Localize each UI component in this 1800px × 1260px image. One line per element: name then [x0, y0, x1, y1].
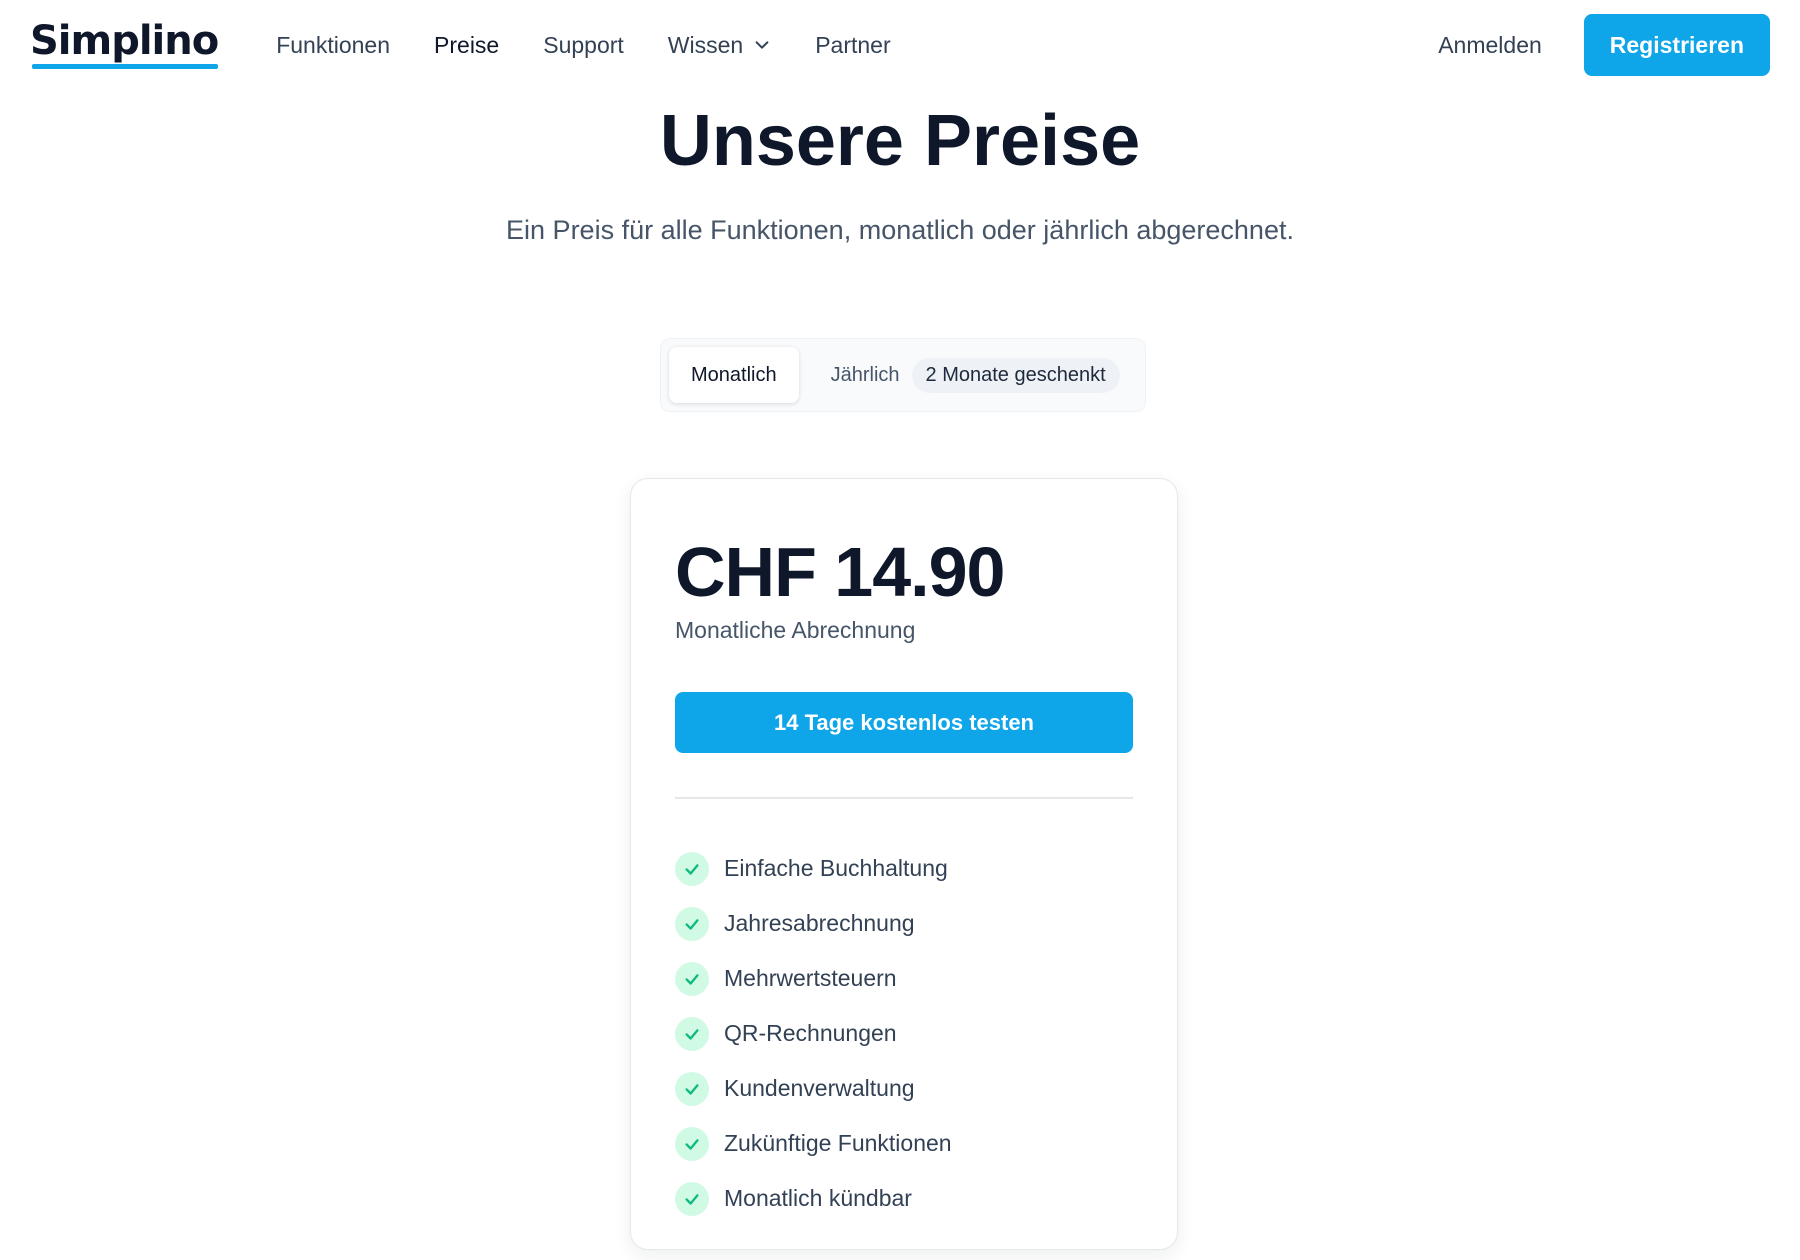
feature-item: Mehrwertsteuern — [675, 951, 952, 1006]
nav-item-label: Partner — [815, 31, 891, 58]
nav-item-label: Preise — [434, 31, 500, 58]
card-divider — [675, 797, 1133, 799]
check-icon — [675, 961, 709, 996]
login-link[interactable]: Anmelden — [1438, 32, 1542, 59]
check-icon — [675, 1126, 709, 1161]
free-trial-button[interactable]: 14 Tage kostenlos testen — [675, 692, 1133, 753]
page-title: Unsere Preise — [659, 101, 1141, 181]
feature-item: QR-Rechnungen — [675, 1006, 952, 1061]
check-icon — [675, 1181, 709, 1216]
nav-item-support[interactable]: Support — [543, 32, 624, 59]
feature-item: Monatlich kündbar — [675, 1171, 952, 1226]
feature-item: Jahresabrechnung — [675, 896, 952, 951]
logo[interactable]: Simplino — [30, 18, 219, 69]
check-icon — [675, 851, 709, 886]
nav-item-preise[interactable]: Preise — [434, 32, 499, 59]
main-nav: Funktionen Preise Support Wissen Partner — [258, 32, 890, 59]
nav-item-label: Wissen — [667, 31, 744, 58]
feature-label: Monatlich kündbar — [724, 1185, 912, 1211]
toggle-yearly[interactable]: Jährlich 2 Monate geschenkt — [809, 347, 1120, 403]
feature-item: Kundenverwaltung — [675, 1061, 952, 1116]
feature-label: QR-Rechnungen — [724, 1020, 897, 1046]
nav-item-partner[interactable]: Partner — [815, 32, 890, 59]
toggle-monthly[interactable]: Monatlich — [669, 347, 799, 403]
page-subtitle: Ein Preis für alle Funktionen, monatlich… — [506, 215, 1294, 245]
billing-note: Monatliche Abrechnung — [675, 617, 916, 643]
chevron-down-icon — [755, 41, 769, 49]
pricing-page: Simplino Funktionen Preise Support Wisse… — [0, 0, 1800, 1260]
register-button[interactable]: Registrieren — [1583, 14, 1770, 76]
feature-label: Kundenverwaltung — [724, 1075, 915, 1101]
header-actions: Anmelden Registrieren — [1438, 14, 1770, 76]
feature-label: Zukünftige Funktionen — [724, 1130, 952, 1156]
nav-item-label: Funktionen — [276, 31, 391, 58]
logo-text: Simplino — [30, 18, 219, 64]
feature-label: Mehrwertsteuern — [724, 965, 897, 991]
feature-item: Zukünftige Funktionen — [675, 1116, 952, 1171]
pricing-card: CHF 14.90 Monatliche Abrechnung 14 Tage … — [630, 478, 1178, 1250]
promo-badge: 2 Monate geschenkt — [911, 357, 1120, 393]
nav-item-wissen[interactable]: Wissen — [668, 32, 771, 59]
check-icon — [675, 1016, 709, 1051]
feature-list: Einfache Buchhaltung Jahresabrechnung Me… — [675, 841, 952, 1226]
nav-item-label: Support — [543, 31, 624, 58]
site-header: Simplino Funktionen Preise Support Wisse… — [0, 0, 1800, 90]
check-icon — [675, 906, 709, 941]
billing-period-toggle: Monatlich Jährlich 2 Monate geschenkt — [660, 338, 1146, 412]
feature-label: Jahresabrechnung — [724, 910, 915, 936]
plan-price: CHF 14.90 — [675, 533, 1005, 611]
feature-item: Einfache Buchhaltung — [675, 841, 952, 896]
nav-item-funktionen[interactable]: Funktionen — [276, 32, 390, 59]
feature-label: Einfache Buchhaltung — [724, 855, 948, 881]
logo-underline — [32, 64, 219, 69]
check-icon — [675, 1071, 709, 1106]
toggle-monthly-label: Monatlich — [691, 363, 777, 386]
toggle-yearly-label: Jährlich — [830, 363, 900, 386]
